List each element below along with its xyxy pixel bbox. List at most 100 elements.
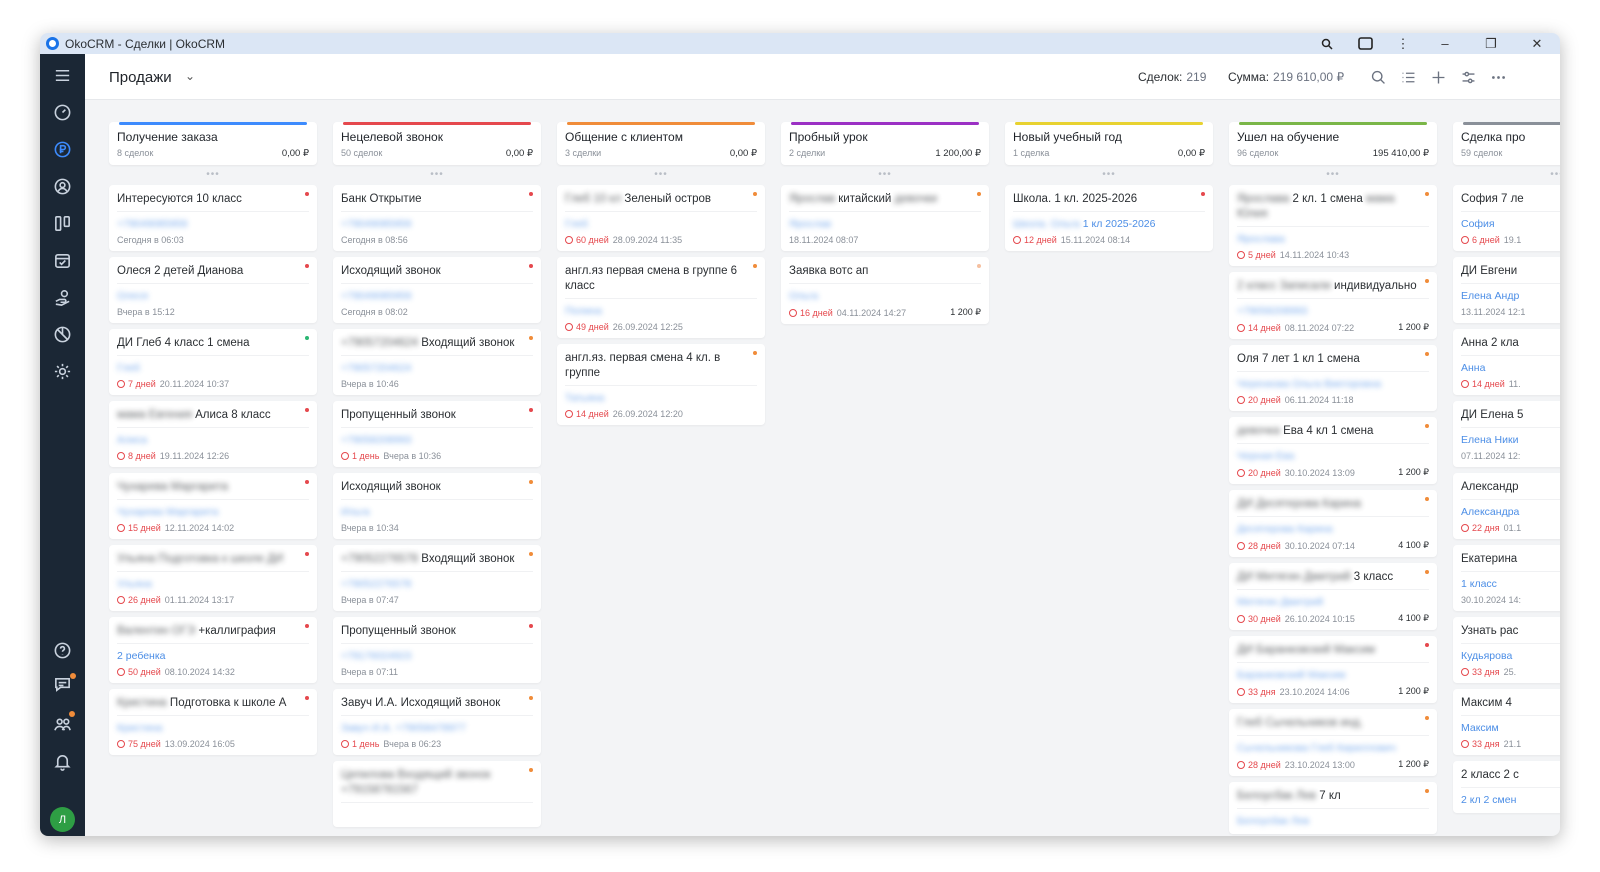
card-contact-link[interactable]: 1 класс xyxy=(1461,578,1497,590)
column-header[interactable]: Сделка про 59 сделок xyxy=(1453,122,1560,165)
deal-card[interactable]: Максим 4 Максим 33 дня 21.1 xyxy=(1453,689,1560,755)
card-contact-link[interactable]: +79049085959 xyxy=(117,218,187,230)
dashboard-icon[interactable] xyxy=(52,102,73,123)
card-contact-link[interactable]: 1 кл 2025-2026 xyxy=(1083,218,1156,230)
more-options-icon[interactable] xyxy=(1487,66,1509,88)
card-contact-link[interactable]: Завуч И.А. +79058478977 xyxy=(341,722,466,734)
deal-card[interactable]: ДИ Евгени Елена Андр 13.11.2024 12:1 xyxy=(1453,257,1560,323)
deal-card[interactable]: 2 класс 2 с 2 кл 2 смен xyxy=(1453,761,1560,813)
card-contact-link[interactable]: Кристина xyxy=(117,722,162,734)
board-icon[interactable] xyxy=(52,213,73,234)
deal-card[interactable]: Валентин ОГЭ +каллиграфия 2 ребенка 50 д… xyxy=(109,617,317,683)
column-drag-handle[interactable]: ••• xyxy=(333,165,541,185)
card-contact-link[interactable]: Елена Андр xyxy=(1461,290,1519,302)
card-contact-link[interactable]: Кудьярова xyxy=(1461,650,1512,662)
card-contact-link[interactable]: +79058208993 xyxy=(341,434,411,446)
deal-card[interactable]: +79052276578 Входящий звонок +7905227657… xyxy=(333,545,541,611)
card-contact-link[interactable]: София xyxy=(1461,218,1495,230)
help-icon[interactable] xyxy=(52,640,73,661)
card-contact-link[interactable]: Татьяна xyxy=(565,392,604,404)
search-icon[interactable] xyxy=(1367,66,1389,88)
user-avatar[interactable]: Л xyxy=(50,807,75,832)
stats-icon[interactable] xyxy=(52,324,73,345)
close-icon[interactable]: ✕ xyxy=(1514,33,1560,54)
deal-card[interactable]: Завуч И.А. Исходящий звонок Завуч И.А. +… xyxy=(333,689,541,755)
deal-card[interactable]: Ярослава 2 кл. 1 смена мама Юлия Ярослав… xyxy=(1229,185,1437,266)
deal-card[interactable]: Белоусбак Лев 7 кл Белоусбак Лев xyxy=(1229,782,1437,834)
calendar-icon[interactable] xyxy=(52,250,73,271)
contacts-icon[interactable] xyxy=(52,176,73,197)
column-header[interactable]: Ушел на обучение 96 сделок 195 410,00 ₽ xyxy=(1229,122,1437,165)
deal-card[interactable]: Заявка вотс ап Ольга 16 дней 04.11.2024 1… xyxy=(781,257,989,324)
deal-card[interactable]: Узнать рас Кудьярова 33 дня 25. xyxy=(1453,617,1560,683)
deal-card[interactable]: Ярослав китайский девочки Ярослав 18.11.… xyxy=(781,185,989,251)
card-contact-link[interactable]: +79049085959 xyxy=(341,218,411,230)
column-drag-handle[interactable]: ••• xyxy=(1229,165,1437,185)
deal-card[interactable]: мама Евгения Алиса 8 класс Алиса 8 дней 1… xyxy=(109,401,317,467)
deal-card[interactable]: Александр Александра 22 дня 01.1 xyxy=(1453,473,1560,539)
card-contact-link[interactable]: Елена Ники xyxy=(1461,434,1518,446)
column-header[interactable]: Нецелевой звонок 50 сделок 0,00 ₽ xyxy=(333,122,541,165)
deal-card[interactable]: Чухарева Маргарита Чухарева Маргарита 15… xyxy=(109,473,317,539)
deal-card[interactable]: Исходящий звонок +79049085959 Сегодня в … xyxy=(333,257,541,323)
card-contact-link[interactable]: 2 ребенка xyxy=(117,650,166,662)
card-contact-link[interactable]: Черная Ева xyxy=(1237,450,1294,462)
card-contact-link[interactable]: +79049085959 xyxy=(341,290,411,302)
deal-card[interactable]: ДИ Елена 5 Елена Ники 07.11.2024 12: xyxy=(1453,401,1560,467)
deal-card[interactable]: Пропущенный звонок +79058208993 1 день Вч… xyxy=(333,401,541,467)
pipeline-title[interactable]: Продажи xyxy=(109,69,172,86)
card-contact-link[interactable]: +79057204624 xyxy=(341,362,411,374)
card-contact-link[interactable]: Ильга xyxy=(341,506,370,518)
card-contact-link[interactable]: Олеся xyxy=(117,290,148,302)
menu-icon[interactable] xyxy=(52,65,73,86)
deal-card[interactable]: Глеб 10 кл Зеленый остров Глеб 60 дней 28… xyxy=(557,185,765,251)
deal-card[interactable]: Интересуются 10 класс +79049085959 Сегод… xyxy=(109,185,317,251)
deal-card[interactable]: София 7 ле София 6 дней 19.1 xyxy=(1453,185,1560,251)
deal-card[interactable]: девочка Ева 4 кл 1 смена Черная Ева 20 д… xyxy=(1229,417,1437,484)
card-contact-link[interactable]: Сычельникова Глеб Кириллович xyxy=(1237,742,1396,754)
column-header[interactable]: Общение с клиентом 3 сделки 0,00 ₽ xyxy=(557,122,765,165)
card-contact-link[interactable]: Александра xyxy=(1461,506,1519,518)
deal-card[interactable]: Глеб Сычельников инд. Сычельникова Глеб … xyxy=(1229,709,1437,776)
card-contact-link[interactable]: Глеб xyxy=(117,362,140,374)
deal-card[interactable]: Банк Открытие +79049085959 Сегодня в 08:… xyxy=(333,185,541,251)
deal-card[interactable]: Анна 2 кла Анна 14 дней 11. xyxy=(1453,329,1560,395)
card-contact-link[interactable]: Ярослава xyxy=(1237,233,1285,245)
deal-card[interactable]: Оля 7 лет 1 кл 1 смена Черенкова Ольга В… xyxy=(1229,345,1437,411)
deal-card[interactable]: ДИ Баранковский Максим Баранковский Макс… xyxy=(1229,636,1437,703)
card-contact-link[interactable]: Десятерова Карина xyxy=(1237,523,1333,535)
card-contact-link[interactable]: Чухарева Маргарита xyxy=(117,506,218,518)
column-header[interactable]: Получение заказа 8 сделок 0,00 ₽ xyxy=(109,122,317,165)
card-contact-link[interactable]: Алиса xyxy=(117,434,147,446)
card-contact-link[interactable]: Ярослав xyxy=(789,218,831,230)
card-contact-link[interactable]: +79058208993 xyxy=(1237,305,1307,317)
column-drag-handle[interactable]: ••• xyxy=(1005,165,1213,185)
deals-icon[interactable] xyxy=(52,139,73,160)
hand-icon[interactable] xyxy=(52,287,73,308)
deal-card[interactable]: Цепилова Входящий звонок +79158781567 xyxy=(333,761,541,827)
deal-card[interactable]: Исходящий звонок Ильга Вчера в 10:34 xyxy=(333,473,541,539)
deal-card[interactable]: Кристина Подготовка к школе А Кристина 7… xyxy=(109,689,317,755)
deal-card[interactable]: ДИ Десятерова Карина Десятерова Карина 2… xyxy=(1229,490,1437,557)
minimize-icon[interactable]: – xyxy=(1422,33,1468,54)
column-header[interactable]: Новый учебный год 1 сделка 0,00 ₽ xyxy=(1005,122,1213,165)
card-contact-link[interactable]: Баранковский Максим xyxy=(1237,669,1345,681)
deal-card[interactable]: Екатерина 1 класс 30.10.2024 14: xyxy=(1453,545,1560,611)
column-drag-handle[interactable]: ••• xyxy=(557,165,765,185)
card-contact-link[interactable]: 2 кл 2 смен xyxy=(1461,794,1516,806)
deal-card[interactable]: +79057204624 Входящий звонок +7905720462… xyxy=(333,329,541,395)
deal-card[interactable]: ДИ Митягин Дмитрий 3 класс Митягин Дмитр… xyxy=(1229,563,1437,630)
zoom-icon[interactable] xyxy=(1308,33,1346,54)
column-drag-handle[interactable]: ••• xyxy=(1453,165,1560,185)
card-contact-link[interactable]: Белоусбак Лев xyxy=(1237,815,1309,827)
team-icon[interactable] xyxy=(52,714,73,735)
deal-card[interactable]: англ.яз. первая смена 4 кл. в группе Тат… xyxy=(557,344,765,425)
deal-card[interactable]: Олеся 2 детей Дианова Олеся Вчера в 15:1… xyxy=(109,257,317,323)
deal-card[interactable]: англ.яз первая смена в группе 6 класс По… xyxy=(557,257,765,338)
settings-icon[interactable] xyxy=(52,361,73,382)
extension-icon[interactable] xyxy=(1346,33,1384,54)
list-view-icon[interactable] xyxy=(1397,66,1419,88)
add-icon[interactable] xyxy=(1427,66,1449,88)
card-contact-link[interactable]: Полина xyxy=(565,305,602,317)
deal-card[interactable]: ДИ Глеб 4 класс 1 смена Глеб 7 дней 20.11… xyxy=(109,329,317,395)
